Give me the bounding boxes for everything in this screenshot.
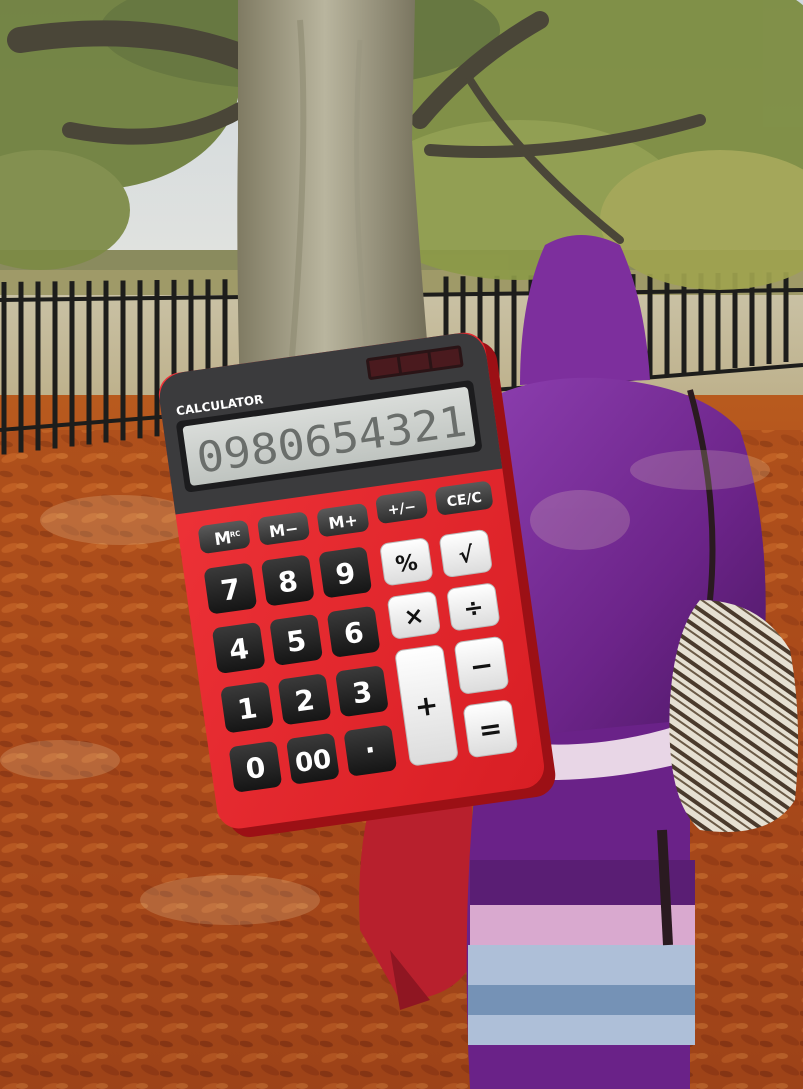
key-6[interactable]: 6 bbox=[327, 606, 381, 658]
key-4[interactable]: 4 bbox=[212, 622, 266, 674]
key-00[interactable]: 00 bbox=[286, 733, 340, 785]
svg-text:=: = bbox=[477, 711, 505, 747]
svg-text:−: − bbox=[468, 648, 496, 684]
key-8[interactable]: 8 bbox=[261, 554, 315, 606]
svg-text:00: 00 bbox=[293, 744, 333, 779]
equals-key[interactable]: = bbox=[463, 700, 518, 758]
svg-text:%: % bbox=[394, 550, 419, 578]
svg-text:÷: ÷ bbox=[462, 593, 486, 624]
key-2[interactable]: 2 bbox=[278, 673, 332, 725]
key-1[interactable]: 1 bbox=[220, 681, 274, 733]
key-3[interactable]: 3 bbox=[335, 665, 389, 717]
svg-text:RC: RC bbox=[229, 530, 241, 539]
key-5[interactable]: 5 bbox=[269, 614, 323, 666]
svg-text:M−: M− bbox=[268, 519, 300, 542]
key-9[interactable]: 9 bbox=[318, 546, 372, 598]
sqrt-key[interactable]: √ bbox=[439, 529, 492, 578]
photo-scene: CALCULATOR 0980654321 M RC M− M+ +/− CE/… bbox=[0, 0, 803, 1089]
minus-key[interactable]: − bbox=[454, 636, 509, 694]
calculator: CALCULATOR 0980654321 M RC M− M+ +/− CE/… bbox=[158, 332, 556, 837]
svg-text:M+: M+ bbox=[327, 510, 359, 533]
key-7[interactable]: 7 bbox=[203, 562, 257, 614]
svg-text:+: + bbox=[413, 688, 441, 724]
svg-text:×: × bbox=[402, 601, 426, 632]
key-decimal[interactable]: · bbox=[343, 725, 397, 777]
percent-key[interactable]: % bbox=[380, 538, 433, 586]
divide-key[interactable]: ÷ bbox=[447, 583, 500, 631]
multiply-key[interactable]: × bbox=[387, 591, 441, 639]
key-0[interactable]: 0 bbox=[228, 741, 282, 793]
